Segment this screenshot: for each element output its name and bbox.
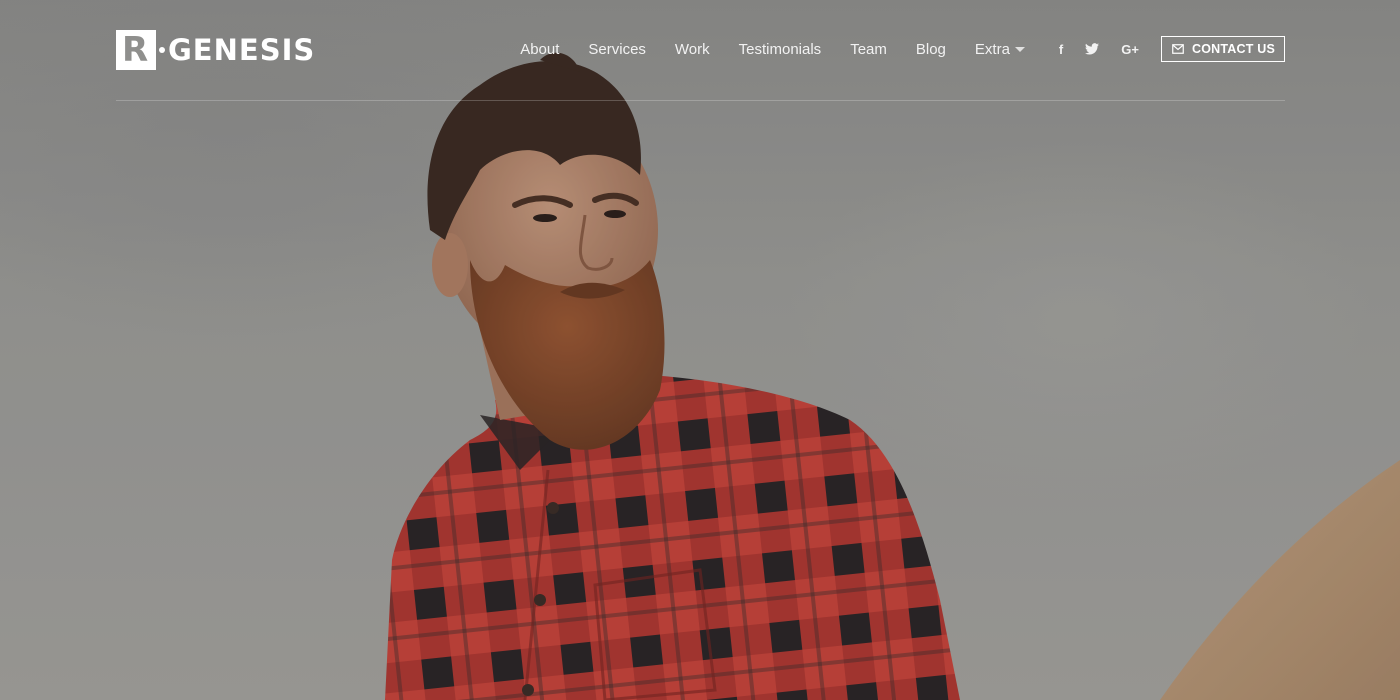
nav-item-testimonials[interactable]: Testimonials bbox=[739, 41, 822, 58]
contact-us-button[interactable]: CONTACT US bbox=[1160, 36, 1285, 62]
site-header: R GENESIS About Services Work Testimonia… bbox=[116, 0, 1285, 101]
social-links: f G+ bbox=[1059, 42, 1161, 57]
nav-item-services[interactable]: Services bbox=[588, 41, 646, 58]
nav-item-blog[interactable]: Blog bbox=[916, 41, 946, 58]
envelope-icon bbox=[1172, 44, 1184, 54]
facebook-glyph: f bbox=[1058, 41, 1064, 57]
logo-letter: R bbox=[122, 30, 149, 70]
twitter-icon[interactable] bbox=[1085, 43, 1100, 55]
nav-item-extra[interactable]: Extra bbox=[975, 41, 1025, 58]
logo-mark: R bbox=[116, 30, 156, 70]
facebook-icon[interactable]: f bbox=[1059, 42, 1063, 57]
contact-us-label: CONTACT US bbox=[1191, 42, 1275, 56]
nav-item-work[interactable]: Work bbox=[675, 41, 710, 58]
google-plus-icon[interactable]: G+ bbox=[1121, 42, 1139, 57]
chevron-down-icon bbox=[1014, 47, 1025, 53]
brand-logo[interactable]: R GENESIS bbox=[116, 30, 315, 70]
hero-section: R GENESIS About Services Work Testimonia… bbox=[0, 0, 1400, 700]
twitter-bird-icon bbox=[1085, 43, 1100, 55]
nav-item-team[interactable]: Team bbox=[850, 41, 887, 58]
main-nav: About Services Work Testimonials Team Bl… bbox=[520, 36, 1285, 62]
nav-item-about[interactable]: About bbox=[520, 41, 559, 58]
nav-item-extra-label: Extra bbox=[974, 40, 1010, 58]
hero-photo bbox=[385, 52, 1400, 700]
google-plus-glyph: G+ bbox=[1121, 41, 1139, 57]
logo-dot bbox=[159, 47, 165, 53]
brand-name: GENESIS bbox=[168, 33, 316, 67]
